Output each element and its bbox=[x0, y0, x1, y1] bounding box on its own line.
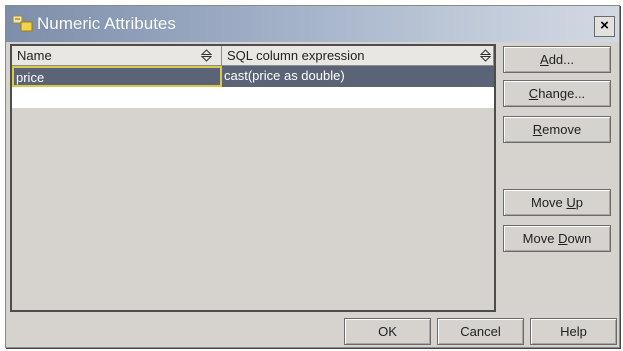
attributes-table: Name SQL column expression price cast(pr… bbox=[10, 44, 496, 312]
help-button[interactable]: Help bbox=[530, 318, 617, 345]
change-button[interactable]: Change... bbox=[503, 80, 611, 107]
cell-sql-expression[interactable]: cast(price as double) bbox=[222, 66, 494, 87]
numeric-attributes-dialog: Numeric Attributes × Name SQL column exp… bbox=[5, 5, 620, 348]
move-up-button[interactable]: Move Up bbox=[503, 189, 611, 216]
sort-toggle-icon bbox=[201, 49, 212, 62]
table-row[interactable]: price cast(price as double) bbox=[12, 66, 494, 87]
sort-toggle-icon bbox=[480, 49, 491, 62]
remove-button[interactable]: Remove bbox=[503, 116, 611, 143]
add-button[interactable]: Add... bbox=[503, 46, 611, 73]
column-header-name[interactable]: Name bbox=[12, 46, 222, 66]
close-button[interactable]: × bbox=[594, 16, 615, 37]
ok-button[interactable]: OK bbox=[344, 318, 431, 345]
app-icon bbox=[12, 15, 33, 32]
window-title: Numeric Attributes bbox=[37, 14, 176, 33]
cell-name[interactable]: price bbox=[12, 66, 222, 87]
cancel-button[interactable]: Cancel bbox=[437, 318, 524, 345]
title-bar[interactable]: Numeric Attributes × bbox=[6, 6, 619, 42]
close-icon: × bbox=[600, 17, 609, 34]
empty-row[interactable] bbox=[12, 87, 494, 108]
column-header-sql-expression[interactable]: SQL column expression bbox=[222, 46, 494, 66]
move-down-button[interactable]: Move Down bbox=[503, 225, 611, 252]
column-header-label: SQL column expression bbox=[227, 48, 365, 63]
column-header-label: Name bbox=[17, 48, 52, 63]
